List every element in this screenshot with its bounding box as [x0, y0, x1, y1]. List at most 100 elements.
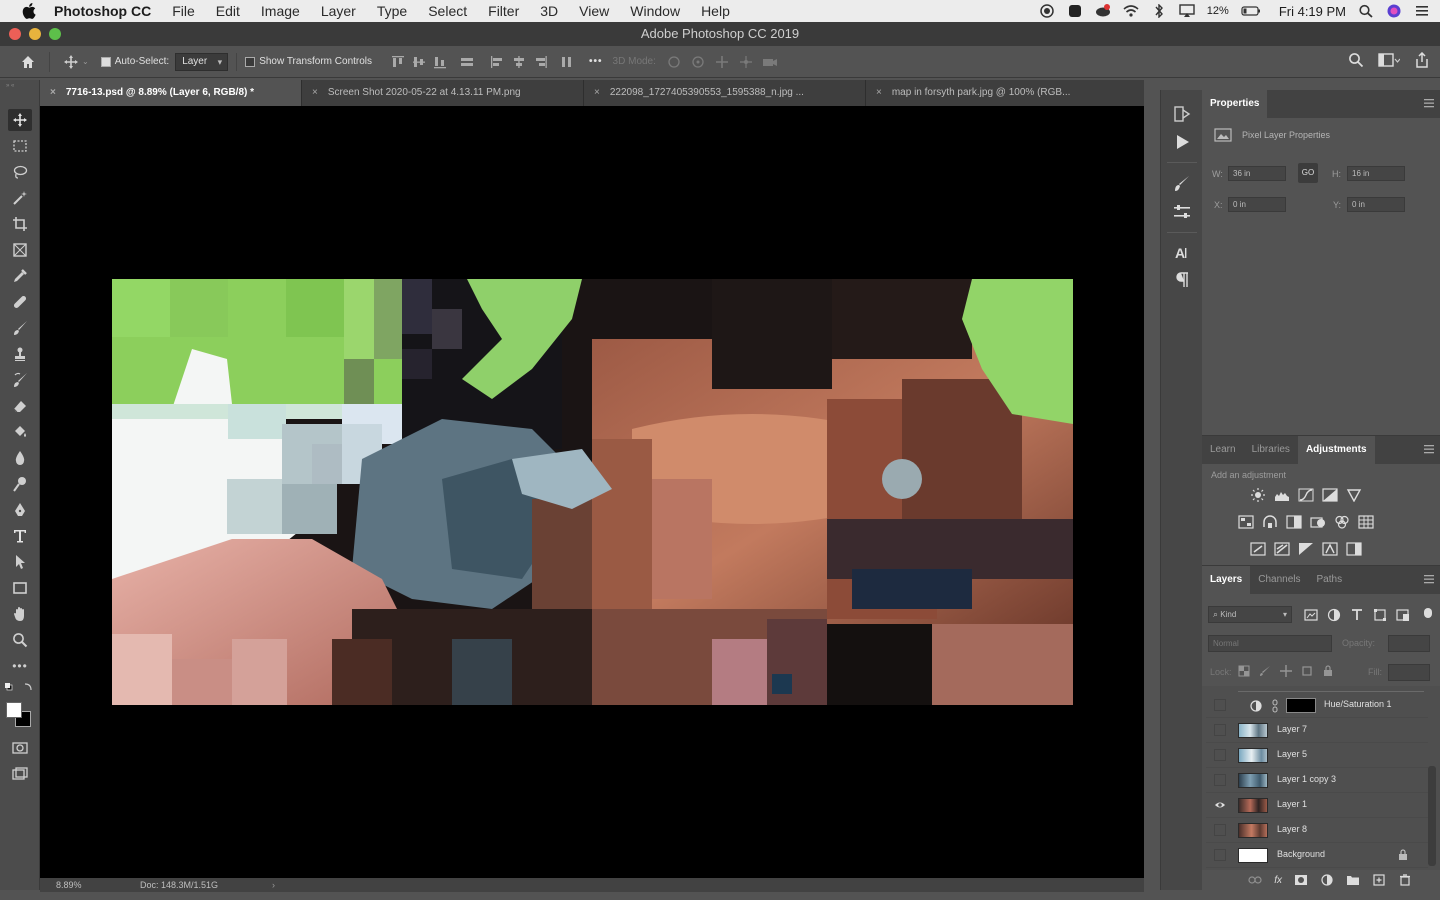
- blur-tool[interactable]: [8, 447, 32, 469]
- levels-icon[interactable]: [1274, 488, 1290, 502]
- auto-select-dropdown[interactable]: Layer: [175, 52, 229, 71]
- panel-menu-icon[interactable]: [1424, 574, 1434, 584]
- hue-saturation-icon[interactable]: [1238, 515, 1254, 529]
- color-balance-icon[interactable]: [1262, 515, 1278, 529]
- layer-visibility-toggle[interactable]: [1214, 824, 1226, 836]
- lasso-tool[interactable]: [8, 161, 32, 183]
- document-tab[interactable]: × map in forsyth park.jpg @ 100% (RGB...: [866, 80, 1144, 106]
- lock-all-icon[interactable]: [1322, 665, 1334, 677]
- healing-brush-tool[interactable]: [8, 291, 32, 313]
- apple-menu-icon[interactable]: [22, 3, 36, 19]
- close-tab-icon[interactable]: ×: [594, 87, 600, 98]
- wifi-icon[interactable]: [1123, 4, 1139, 18]
- magic-wand-tool[interactable]: [8, 187, 32, 209]
- curves-icon[interactable]: [1298, 488, 1314, 502]
- screen-mode-button[interactable]: [8, 763, 32, 785]
- exposure-icon[interactable]: [1322, 488, 1338, 502]
- menu-select[interactable]: Select: [428, 3, 467, 19]
- marquee-tool[interactable]: [8, 135, 32, 157]
- link-dimensions-button[interactable]: GO: [1298, 163, 1318, 183]
- lock-artboard-icon[interactable]: [1301, 665, 1313, 677]
- filter-pixel-icon[interactable]: [1304, 608, 1318, 622]
- channel-mixer-icon[interactable]: [1334, 515, 1350, 529]
- menu-edit[interactable]: Edit: [216, 3, 240, 19]
- filter-shape-icon[interactable]: [1373, 608, 1387, 622]
- lock-image-pixels-icon[interactable]: [1259, 665, 1271, 677]
- x-position-field[interactable]: 0 in: [1228, 197, 1286, 212]
- layer-filter-toggle[interactable]: [1424, 608, 1432, 618]
- tab-learn[interactable]: Learn: [1202, 436, 1244, 464]
- layer-visibility-toggle[interactable]: [1214, 849, 1226, 861]
- layer-filter-dropdown[interactable]: ⌕ Kind ▾: [1208, 606, 1292, 623]
- tab-properties[interactable]: Properties: [1202, 90, 1268, 118]
- delete-layer-trash-icon[interactable]: [1398, 874, 1412, 886]
- close-tab-icon[interactable]: ×: [312, 87, 318, 98]
- tab-channels[interactable]: Channels: [1250, 566, 1308, 594]
- black-white-icon[interactable]: [1286, 515, 1302, 529]
- layer-row[interactable]: Hue/Saturation 1: [1206, 693, 1428, 718]
- document-tab[interactable]: × 222098_1727405390553_1595388_n.jpg ...: [584, 80, 866, 106]
- minimize-window-button[interactable]: [29, 28, 41, 40]
- tab-paths[interactable]: Paths: [1309, 566, 1351, 594]
- close-window-button[interactable]: [9, 28, 21, 40]
- eraser-tool[interactable]: [8, 395, 32, 417]
- layer-thumbnail[interactable]: [1238, 848, 1268, 863]
- layer-row[interactable]: Background: [1206, 843, 1428, 868]
- actions-play-icon[interactable]: [1172, 132, 1192, 152]
- paragraph-panel-icon[interactable]: [1172, 270, 1192, 290]
- menu-3d[interactable]: 3D: [540, 3, 558, 19]
- layer-row[interactable]: Layer 1 copy 3: [1206, 768, 1428, 793]
- menu-file[interactable]: File: [172, 3, 195, 19]
- photo-filter-icon[interactable]: [1310, 515, 1326, 529]
- edit-toolbar-button[interactable]: •••: [8, 655, 32, 677]
- lock-transparent-icon[interactable]: [1238, 665, 1250, 677]
- 3d-pan-icon[interactable]: [714, 55, 730, 69]
- close-tab-icon[interactable]: ×: [876, 87, 882, 98]
- move-tool[interactable]: [8, 109, 32, 131]
- menu-help[interactable]: Help: [701, 3, 730, 19]
- tab-libraries[interactable]: Libraries: [1244, 436, 1298, 464]
- record-icon[interactable]: [1039, 4, 1055, 18]
- share-icon[interactable]: [1414, 52, 1430, 68]
- adjust-sliders-icon[interactable]: [1172, 202, 1192, 222]
- app-menu[interactable]: Photoshop CC: [54, 3, 151, 19]
- menu-filter[interactable]: Filter: [488, 3, 519, 19]
- layer-visibility-toggle[interactable]: [1214, 724, 1226, 736]
- paint-bucket-tool[interactable]: [8, 421, 32, 443]
- zoom-level[interactable]: 8.89%: [56, 878, 82, 892]
- spotlight-search-icon[interactable]: [1358, 4, 1374, 18]
- path-selection-tool[interactable]: [8, 551, 32, 573]
- lock-position-icon[interactable]: [1280, 665, 1292, 677]
- bluetooth-icon[interactable]: [1151, 4, 1167, 18]
- tab-adjustments[interactable]: Adjustments: [1297, 436, 1375, 464]
- layer-thumbnail[interactable]: [1238, 723, 1268, 738]
- layer-mask-thumbnail[interactable]: [1286, 698, 1316, 713]
- status-menu-arrow[interactable]: ›: [272, 878, 275, 892]
- distribute-icon[interactable]: [459, 55, 475, 69]
- layer-visibility-toggle[interactable]: [1214, 774, 1226, 786]
- brush-tool[interactable]: [8, 317, 32, 339]
- frame-tool[interactable]: [8, 239, 32, 261]
- posterize-icon[interactable]: [1274, 542, 1290, 556]
- threshold-icon[interactable]: [1298, 542, 1314, 556]
- history-brush-tool[interactable]: [8, 369, 32, 391]
- panel-menu-icon[interactable]: [1424, 444, 1434, 454]
- auto-select-checkbox[interactable]: [100, 56, 111, 67]
- history-panel-icon[interactable]: [1172, 104, 1192, 124]
- siri-icon[interactable]: [1386, 4, 1402, 18]
- document-tab-active[interactable]: × 7716-13.psd @ 8.89% (Layer 6, RGB/8) *: [40, 80, 302, 106]
- invert-icon[interactable]: [1250, 542, 1266, 556]
- link-layers-icon[interactable]: [1248, 874, 1262, 886]
- layer-thumbnail[interactable]: [1238, 798, 1268, 813]
- add-mask-icon[interactable]: [1294, 874, 1308, 886]
- glitch-artwork-image[interactable]: [112, 279, 1073, 705]
- new-group-folder-icon[interactable]: [1346, 874, 1360, 886]
- align-top-icon[interactable]: [390, 55, 406, 69]
- quick-mask-button[interactable]: [8, 737, 32, 759]
- selective-color-icon[interactable]: [1322, 542, 1338, 556]
- layer-style-fx-button[interactable]: fx: [1274, 875, 1282, 886]
- fill-field[interactable]: [1388, 664, 1430, 681]
- hand-tool[interactable]: [8, 603, 32, 625]
- document-canvas[interactable]: [40, 106, 1144, 878]
- brightness-contrast-icon[interactable]: [1250, 488, 1266, 502]
